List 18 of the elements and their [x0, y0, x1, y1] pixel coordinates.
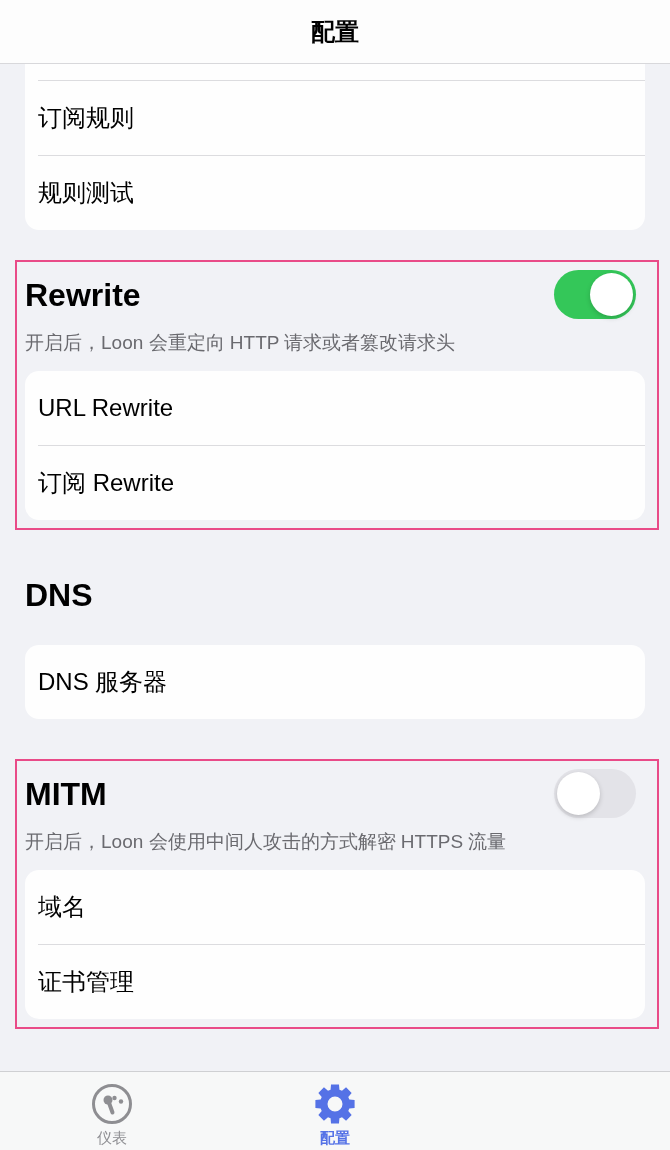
list-item[interactable]: 订阅 Rewrite: [25, 446, 645, 520]
section-description: 开启后，Loon 会重定向 HTTP 请求或者篡改请求头: [25, 331, 457, 355]
section-title: Rewrite: [25, 275, 141, 315]
list-item[interactable]: DNS 服务器: [25, 645, 645, 719]
section-title: DNS: [25, 575, 93, 615]
list-item[interactable]: 域名: [25, 870, 645, 944]
gauge-icon: [91, 1084, 132, 1124]
toggle-switch[interactable]: [554, 769, 636, 818]
list-item[interactable]: 订阅规则: [25, 81, 645, 155]
list-item[interactable]: 证书管理: [25, 945, 645, 1019]
list-item[interactable]: 规则测试: [25, 156, 645, 230]
section-title: MITM: [25, 774, 107, 814]
list-item[interactable]: URL Rewrite: [25, 371, 645, 445]
nav-title: 配置: [311, 16, 359, 47]
toggle-switch[interactable]: [554, 270, 636, 319]
section-description: 开启后，Loon 会使用中间人攻击的方式解密 HTTPS 流量: [25, 830, 508, 854]
gear-icon: [315, 1084, 355, 1124]
tab-item[interactable]: 配置: [223, 1072, 447, 1150]
